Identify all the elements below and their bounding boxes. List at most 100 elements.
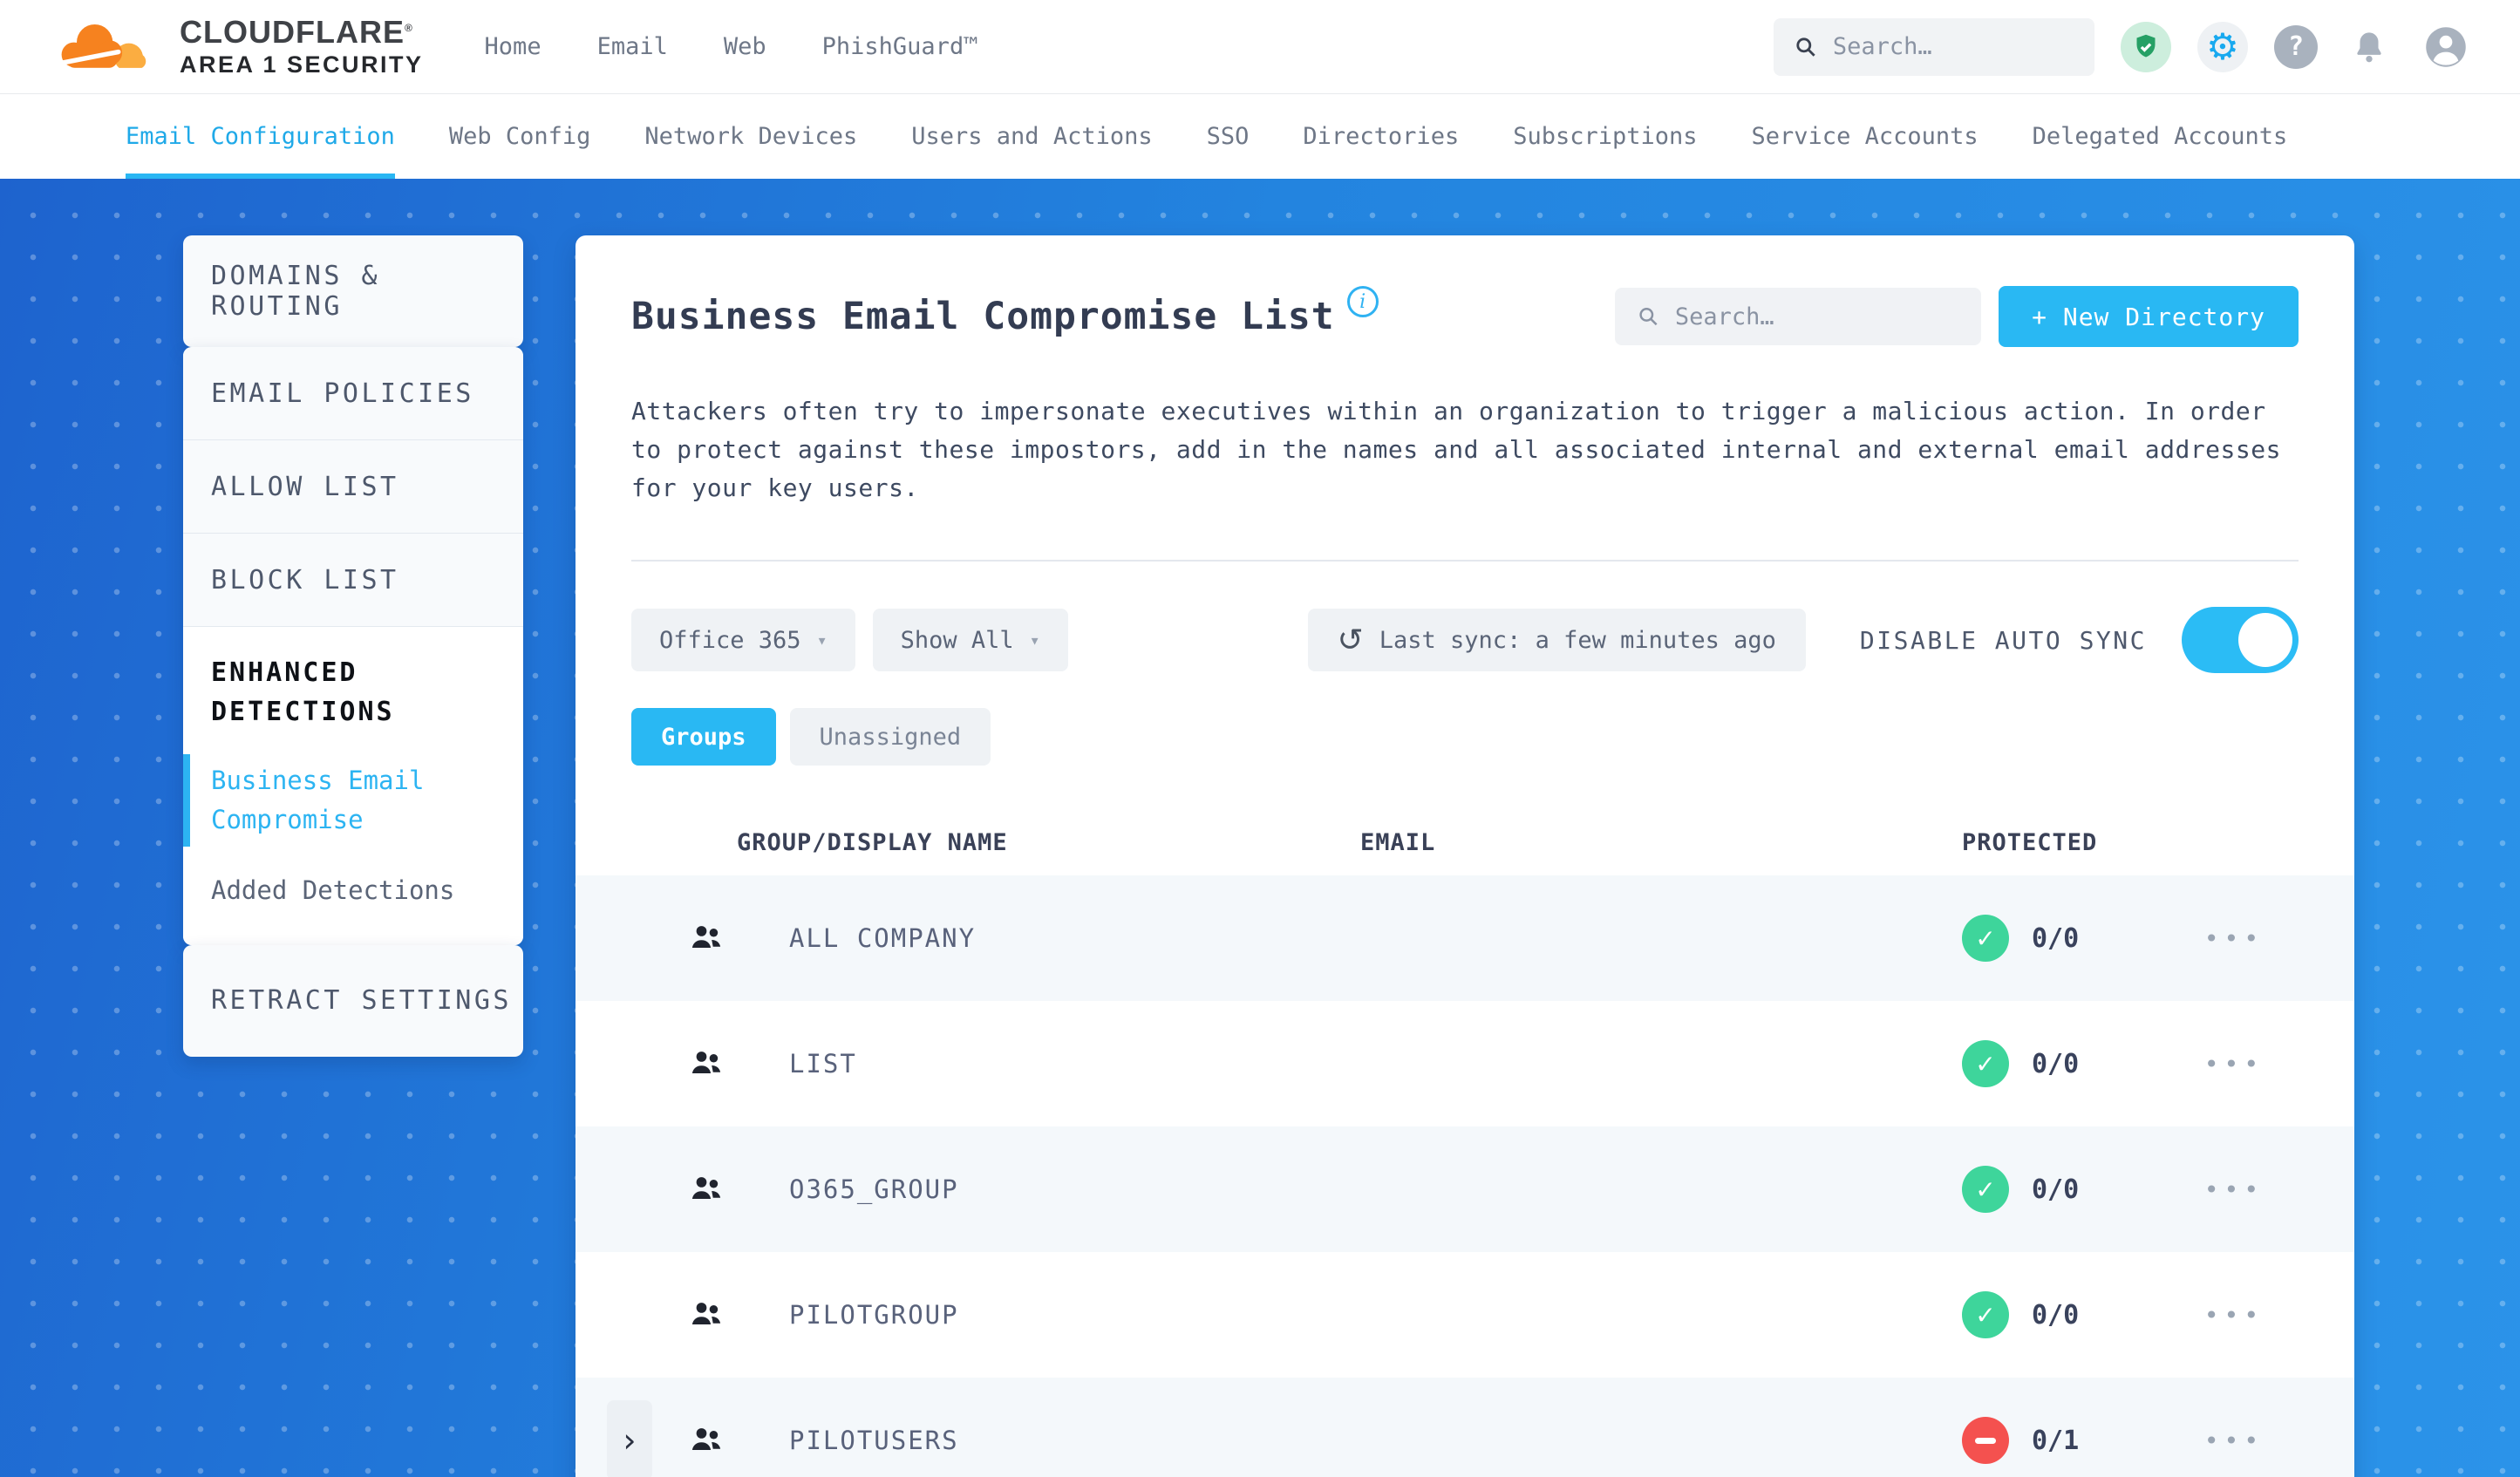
tab-delegated-accounts[interactable]: Delegated Accounts bbox=[2033, 94, 2288, 179]
new-directory-button[interactable]: + New Directory bbox=[1999, 286, 2299, 347]
row-menu-button[interactable]: ••• bbox=[2204, 1050, 2265, 1079]
protected-count: 0/0 bbox=[2032, 1048, 2080, 1079]
global-search-input[interactable] bbox=[1832, 33, 2074, 60]
auto-sync-toggle[interactable] bbox=[2182, 607, 2299, 673]
group-people-icon bbox=[691, 926, 721, 948]
table-header-row: GROUP/DISPLAY NAME EMAIL PROTECTED bbox=[576, 809, 2354, 875]
search-icon bbox=[1639, 307, 1658, 326]
table-row[interactable]: › PILOTUSERS ✓ 0/1 ••• bbox=[576, 1378, 2354, 1477]
protected-badge: ✓ bbox=[1962, 1291, 2009, 1338]
sidebar-item-block-list[interactable]: BLOCK LIST bbox=[183, 534, 523, 627]
help-icon[interactable]: ? bbox=[2274, 24, 2318, 69]
protected-count: 0/0 bbox=[2032, 1174, 2080, 1205]
protected-count: 0/0 bbox=[2032, 922, 2080, 954]
nav-email[interactable]: Email bbox=[597, 33, 668, 60]
chevron-down-icon: ▾ bbox=[1029, 630, 1040, 650]
row-name: PILOTGROUP bbox=[789, 1300, 959, 1330]
page-description: Attackers often try to impersonate execu… bbox=[631, 397, 2281, 502]
sidebar-item-added-detections[interactable]: Added Detections bbox=[211, 871, 495, 910]
row-menu-button[interactable]: ••• bbox=[2204, 1301, 2265, 1330]
protected-badge: ✓ bbox=[1962, 1417, 2009, 1464]
page-title: Business Email Compromise List bbox=[631, 295, 1335, 338]
page-background: DOMAINS & ROUTING EMAIL POLICIES ALLOW L… bbox=[0, 179, 2520, 1477]
nav-home[interactable]: Home bbox=[485, 33, 541, 60]
global-search[interactable] bbox=[1774, 17, 2094, 76]
table-row[interactable]: › ALL COMPANY ✓ 0/0 ••• bbox=[576, 875, 2354, 1001]
cloudflare-logo[interactable]: CLOUDFLARE® AREA 1 SECURITY bbox=[52, 14, 424, 80]
info-icon[interactable]: i bbox=[1346, 286, 1379, 317]
check-icon: ✓ bbox=[1975, 1174, 1996, 1204]
sidebar-item-allow-list[interactable]: ALLOW LIST bbox=[183, 440, 523, 534]
secondary-nav: Email Configuration Web Config Network D… bbox=[0, 94, 2520, 179]
last-sync-label: Last sync: a few minutes ago bbox=[1379, 626, 1776, 654]
table-body: › ALL COMPANY ✓ 0/0 ••• › LIST bbox=[576, 875, 2354, 1477]
check-icon: ✓ bbox=[1975, 923, 1996, 953]
sidebar-item-business-email-compromise[interactable]: Business Email Compromise bbox=[183, 754, 495, 847]
tab-web-config[interactable]: Web Config bbox=[449, 94, 591, 179]
column-header-email: EMAIL bbox=[1360, 828, 1436, 856]
main-panel: Business Email Compromise List i + New D… bbox=[576, 235, 2354, 1477]
sidebar: DOMAINS & ROUTING EMAIL POLICIES ALLOW L… bbox=[183, 235, 523, 1057]
nav-phishguard[interactable]: PhishGuard™ bbox=[822, 33, 978, 60]
search-icon bbox=[1796, 37, 1815, 57]
row-name: PILOTUSERS bbox=[789, 1426, 959, 1455]
protected-count: 0/0 bbox=[2032, 1299, 2080, 1331]
bell-icon[interactable] bbox=[2344, 22, 2394, 72]
sidebar-item-enhanced-detections[interactable]: ENHANCED DETECTIONS bbox=[211, 653, 495, 732]
sync-refresh-icon: ↺ bbox=[1337, 622, 1364, 658]
brand-name: CLOUDFLARE® bbox=[180, 14, 413, 51]
section-divider bbox=[631, 560, 2299, 562]
tab-email-configuration[interactable]: Email Configuration bbox=[126, 94, 395, 179]
group-people-icon bbox=[691, 1052, 721, 1073]
topbar-right-cluster: ⚙ ? bbox=[1774, 17, 2471, 76]
row-menu-button[interactable]: ••• bbox=[2204, 1175, 2265, 1204]
primary-nav: Home Email Web PhishGuard™ bbox=[485, 33, 978, 60]
group-people-icon bbox=[691, 1177, 721, 1199]
last-sync-button[interactable]: ↺ Last sync: a few minutes ago bbox=[1307, 609, 1806, 671]
tab-network-devices[interactable]: Network Devices bbox=[644, 94, 857, 179]
group-people-icon bbox=[691, 1428, 721, 1450]
brand-subname: AREA 1 SECURITY bbox=[180, 51, 424, 78]
show-filter-dropdown[interactable]: Show All ▾ bbox=[872, 609, 1068, 671]
tab-directories[interactable]: Directories bbox=[1303, 94, 1459, 179]
gear-icon[interactable]: ⚙ bbox=[2197, 21, 2248, 72]
check-icon: ✓ bbox=[1975, 1049, 1996, 1079]
groups-table: GROUP/DISPLAY NAME EMAIL PROTECTED › ALL… bbox=[576, 809, 2354, 1477]
check-icon: ✓ bbox=[1975, 1300, 1996, 1330]
row-expand-button[interactable]: › bbox=[607, 1400, 652, 1477]
sidebar-item-email-policies[interactable]: EMAIL POLICIES bbox=[183, 347, 523, 440]
protected-badge: ✓ bbox=[1962, 1040, 2009, 1087]
tab-groups[interactable]: Groups bbox=[631, 708, 776, 766]
cloudflare-cloud-icon bbox=[52, 24, 167, 80]
row-name: O365_GROUP bbox=[789, 1174, 959, 1204]
table-row[interactable]: › O365_GROUP ✓ 0/0 ••• bbox=[576, 1126, 2354, 1252]
tab-service-accounts[interactable]: Service Accounts bbox=[1752, 94, 1979, 179]
directory-search[interactable] bbox=[1615, 288, 1982, 345]
tab-sso[interactable]: SSO bbox=[1207, 94, 1250, 179]
group-people-icon bbox=[691, 1303, 721, 1324]
protected-badge: ✓ bbox=[1962, 915, 2009, 962]
protected-badge: ✓ bbox=[1962, 1166, 2009, 1213]
directory-search-input[interactable] bbox=[1674, 303, 1959, 330]
table-row[interactable]: › LIST ✓ 0/0 ••• bbox=[576, 1001, 2354, 1126]
column-header-protected: PROTECTED bbox=[1962, 828, 2098, 856]
column-header-name: GROUP/DISPLAY NAME bbox=[737, 828, 1008, 856]
user-icon[interactable] bbox=[2421, 22, 2471, 72]
tab-unassigned[interactable]: Unassigned bbox=[789, 708, 991, 766]
sidebar-item-retract-settings[interactable]: RETRACT SETTINGS bbox=[183, 945, 523, 1057]
toggle-knob bbox=[2238, 613, 2292, 667]
table-row[interactable]: › PILOTGROUP ✓ 0/0 ••• bbox=[576, 1252, 2354, 1378]
chevron-down-icon: ▾ bbox=[816, 630, 828, 650]
minus-icon bbox=[1975, 1437, 1996, 1444]
directory-type-dropdown[interactable]: Office 365 ▾ bbox=[631, 609, 855, 671]
row-menu-button[interactable]: ••• bbox=[2204, 1426, 2265, 1455]
shield-check-icon[interactable] bbox=[2121, 21, 2171, 72]
nav-web[interactable]: Web bbox=[724, 33, 766, 60]
row-name: ALL COMPANY bbox=[789, 923, 977, 953]
row-menu-button[interactable]: ••• bbox=[2204, 924, 2265, 953]
tab-users-and-actions[interactable]: Users and Actions bbox=[911, 94, 1152, 179]
sidebar-item-domains-routing[interactable]: DOMAINS & ROUTING bbox=[183, 235, 523, 347]
tab-subscriptions[interactable]: Subscriptions bbox=[1513, 94, 1697, 179]
disable-auto-sync-label: DISABLE AUTO SYNC bbox=[1859, 625, 2147, 655]
protected-count: 0/1 bbox=[2032, 1425, 2080, 1456]
